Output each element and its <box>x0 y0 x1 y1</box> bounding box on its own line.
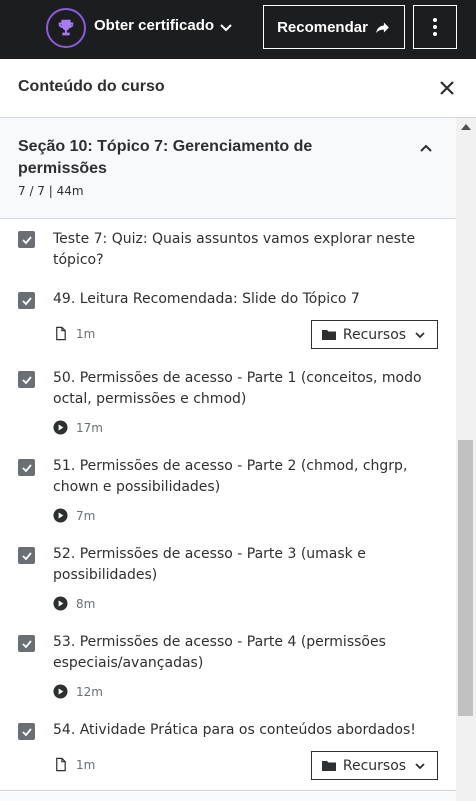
close-icon[interactable] <box>437 78 457 98</box>
sidebar-header: Conteúdo do curso <box>0 59 476 118</box>
checkmark-icon <box>21 296 32 305</box>
item-duration: 12m <box>76 684 103 699</box>
item-title: 52. Permissões de acesso - Parte 3 (umas… <box>53 546 366 583</box>
document-icon <box>56 757 66 772</box>
checkbox[interactable] <box>18 635 35 652</box>
checkbox[interactable] <box>18 292 35 309</box>
play-icon <box>53 508 68 523</box>
scrollbar-thumb[interactable] <box>458 440 473 716</box>
item-meta: 1m <box>53 326 95 341</box>
chevron-down-icon <box>415 331 425 338</box>
sidebar-title: Conteúdo do curso <box>18 78 165 95</box>
trophy-icon[interactable] <box>46 8 86 48</box>
section-meta: 7 / 7 | 44m <box>18 184 84 198</box>
kebab-menu-icon <box>433 18 437 36</box>
checkmark-icon <box>21 235 32 244</box>
item-title: 49. Leitura Recomendada: Slide do Tópico… <box>53 291 360 307</box>
item-meta: 1m <box>53 757 95 772</box>
recommend-button[interactable]: Recomendar <box>263 5 405 49</box>
document-icon <box>56 326 66 341</box>
more-options-button[interactable] <box>413 5 457 49</box>
item-title: 54. Atividade Prática para os conteúdos … <box>53 722 416 738</box>
item-duration: 7m <box>76 508 96 523</box>
item-duration: 1m <box>76 757 96 772</box>
item-meta: 7m <box>53 508 95 523</box>
item-title: 50. Permissões de acesso - Parte 1 (conc… <box>53 370 422 407</box>
section-title: Seção 10: Tópico 7: Gerenciamento de per… <box>18 138 313 177</box>
list-item[interactable]: 49. Leitura Recomendada: Slide do Tópico… <box>0 289 456 355</box>
item-duration: 1m <box>76 326 96 341</box>
item-title: 51. Permissões de acesso - Parte 2 (chmo… <box>53 458 408 495</box>
top-bar: Obter certificado Recomendar <box>0 0 476 59</box>
checkmark-icon <box>21 727 32 736</box>
resources-label: Recursos <box>342 757 407 774</box>
checkbox[interactable] <box>18 459 35 476</box>
item-title: 53. Permissões de acesso - Parte 4 (perm… <box>53 634 386 671</box>
list-item[interactable]: 52. Permissões de acesso - Parte 3 (umas… <box>0 544 456 619</box>
certificate-label[interactable]: Obter certificado <box>94 17 214 34</box>
checkmark-icon <box>21 551 32 560</box>
folder-icon <box>321 760 336 771</box>
list-item[interactable]: 50. Permissões de acesso - Parte 1 (conc… <box>0 368 456 443</box>
recommend-label: Recomendar <box>277 18 368 36</box>
next-section-edge <box>0 790 456 801</box>
play-icon <box>53 420 68 435</box>
checkbox[interactable] <box>18 371 35 388</box>
folder-icon <box>321 329 336 340</box>
list-item[interactable]: 51. Permissões de acesso - Parte 2 (chmo… <box>0 456 456 531</box>
resources-label: Recursos <box>342 326 407 343</box>
play-icon <box>53 596 68 611</box>
item-duration: 17m <box>76 420 103 435</box>
list-item[interactable]: Teste 7: Quiz: Quais assuntos vamos expl… <box>0 228 456 278</box>
play-icon <box>53 684 68 699</box>
resources-button[interactable]: Recursos <box>311 751 438 780</box>
list-item[interactable]: 53. Permissões de acesso - Parte 4 (perm… <box>0 632 456 707</box>
resources-button[interactable]: Recursos <box>311 320 438 349</box>
checkmark-icon <box>21 375 32 384</box>
item-meta: 17m <box>53 420 103 435</box>
checkmark-icon <box>21 639 32 648</box>
share-arrow-icon <box>376 22 389 33</box>
chevron-down-icon[interactable] <box>218 19 234 35</box>
chevron-down-icon <box>415 762 425 769</box>
item-title: Teste 7: Quiz: Quais assuntos vamos expl… <box>53 231 416 268</box>
scroll-up-arrow-icon[interactable] <box>461 124 471 130</box>
chevron-up-icon[interactable] <box>418 140 434 156</box>
checkbox[interactable] <box>18 723 35 740</box>
item-meta: 8m <box>53 596 95 611</box>
checkbox[interactable] <box>18 547 35 564</box>
section-header[interactable]: Seção 10: Tópico 7: Gerenciamento de per… <box>0 118 456 219</box>
list-item[interactable]: 54. Atividade Prática para os conteúdos … <box>0 720 456 786</box>
item-duration: 8m <box>76 596 96 611</box>
checkmark-icon <box>21 463 32 472</box>
checkbox[interactable] <box>18 231 35 248</box>
item-meta: 12m <box>53 684 103 699</box>
